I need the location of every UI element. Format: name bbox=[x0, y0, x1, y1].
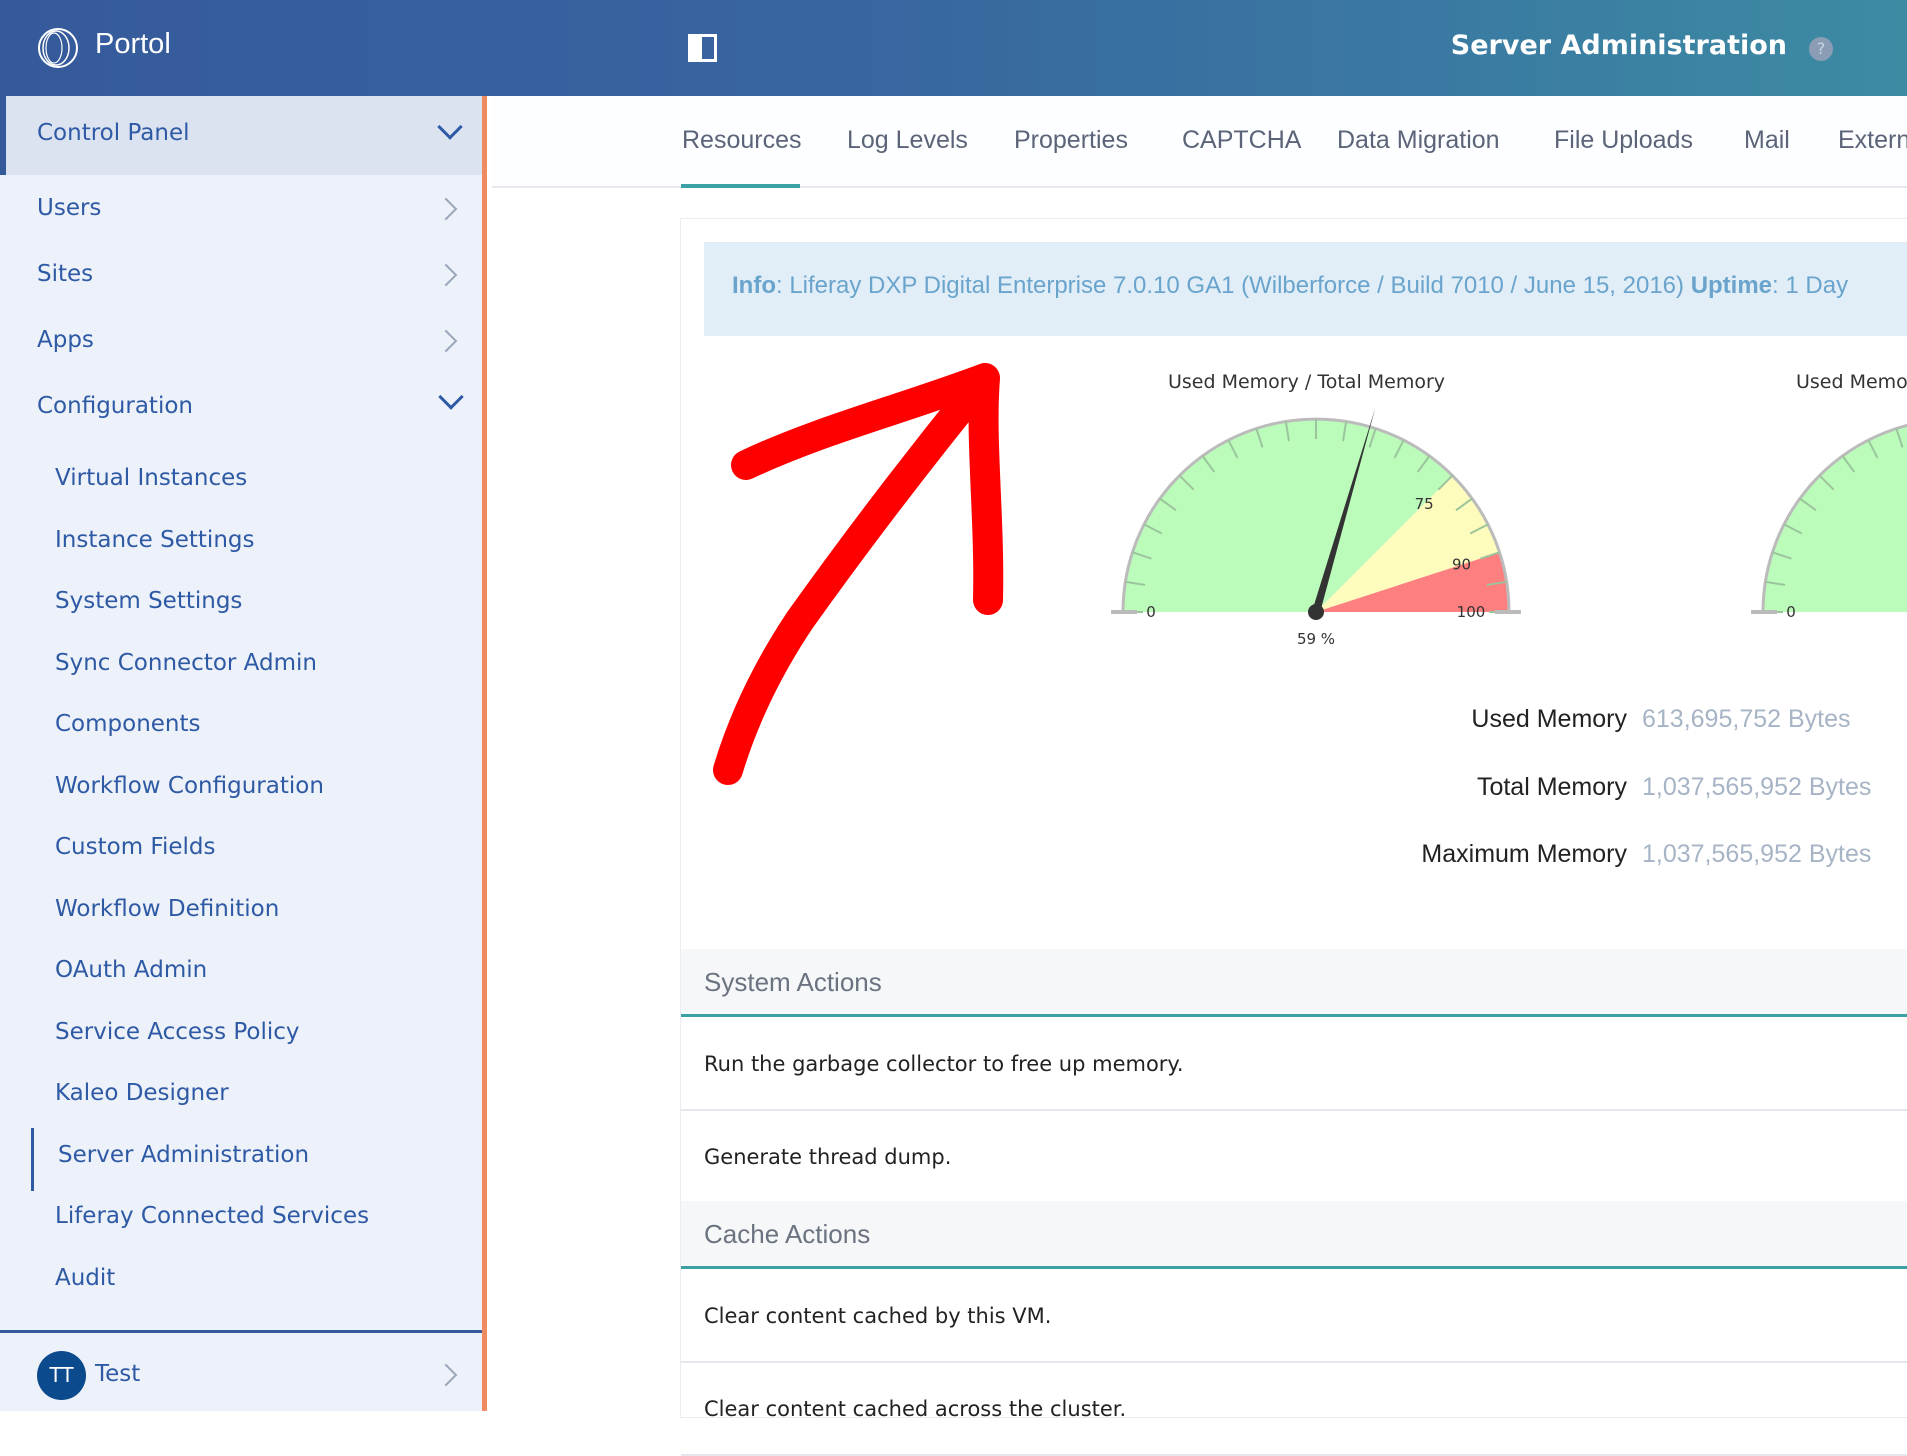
app-header: Portol Server Administration ? bbox=[0, 0, 1907, 96]
chevron-right-icon bbox=[434, 197, 458, 221]
sidebar-toggle-icon[interactable] bbox=[688, 34, 717, 62]
sidebar-item-label: Instance Settings bbox=[55, 526, 255, 553]
sidebar-item-label: Sync Connector Admin bbox=[55, 649, 317, 676]
tab-captcha[interactable]: CAPTCHA bbox=[1182, 126, 1301, 155]
gauge-label: 90 bbox=[1452, 556, 1471, 574]
gauge-title-2: Used Memory bbox=[1796, 371, 1907, 393]
sidebar-item-label: Users bbox=[37, 195, 102, 221]
total-memory-label: Total Memory bbox=[1476, 773, 1627, 801]
info-text: : Liferay DXP Digital Enterprise 7.0.10 … bbox=[775, 272, 1691, 299]
info-label: Info bbox=[732, 272, 776, 299]
sidebar-item-label: Configuration bbox=[37, 393, 193, 419]
sidebar-item-label: Server Administration bbox=[58, 1141, 310, 1168]
memory-gauge: 0 75 90 100 59 % bbox=[1111, 407, 1521, 648]
tab-resources[interactable]: Resources bbox=[682, 126, 802, 155]
sidebar-item-label: Custom Fields bbox=[55, 834, 216, 860]
action-row-clear-cluster: Clear content cached across the cluster. bbox=[681, 1363, 1907, 1456]
user-name: Test bbox=[95, 1361, 141, 1387]
chevron-right-icon bbox=[434, 263, 458, 287]
sidebar-item-label: System Settings bbox=[55, 588, 243, 614]
action-row-thread-dump: Generate thread dump. bbox=[704, 1145, 952, 1169]
sidebar-item-label: Workflow Configuration bbox=[55, 772, 324, 799]
action-row-gc: Run the garbage collector to free up mem… bbox=[681, 1018, 1907, 1111]
used-memory-value: 613,695,752 Bytes bbox=[1642, 705, 1851, 733]
gauge-zone bbox=[1763, 425, 1907, 612]
gauge-label: 0 bbox=[1146, 603, 1156, 621]
uptime-label: Uptime bbox=[1690, 272, 1773, 299]
chevron-down-icon bbox=[437, 114, 463, 140]
gauge-needle-pivot bbox=[1308, 604, 1324, 620]
system-actions-header: System Actions bbox=[681, 949, 1907, 1017]
sidebar-divider bbox=[0, 1330, 482, 1333]
gauge-title: Used Memory / Total Memory bbox=[1168, 371, 1446, 393]
sidebar: Control Panel Users Sites Apps Configura… bbox=[0, 96, 487, 1411]
uptime-value: : 1 Day bbox=[1772, 272, 1849, 299]
gauge-label: 100 bbox=[1457, 603, 1486, 621]
tab-file-uploads[interactable]: File Uploads bbox=[1554, 126, 1693, 155]
max-memory-value: 1,037,565,952 Bytes bbox=[1642, 840, 1872, 868]
tab-external[interactable]: Extern bbox=[1838, 126, 1907, 155]
sidebar-item-label: Components bbox=[55, 711, 201, 737]
sidebar-item-label: Service Access Policy bbox=[55, 1018, 300, 1045]
max-memory-label: Maximum Memory bbox=[1421, 840, 1627, 868]
sidebar-item-control-panel[interactable]: Control Panel bbox=[0, 96, 482, 175]
sidebar-item-label: Control Panel bbox=[37, 120, 190, 146]
active-tab-indicator bbox=[681, 184, 800, 188]
tab-data-migration[interactable]: Data Migration bbox=[1337, 126, 1500, 155]
page-title: Server Administration bbox=[1450, 30, 1787, 61]
chevron-right-icon bbox=[434, 1363, 458, 1387]
gauge-value-label: 59 % bbox=[1297, 630, 1335, 648]
sidebar-item-label: Virtual Instances bbox=[55, 465, 248, 491]
info-alert: Info: Liferay DXP Digital Enterprise 7.0… bbox=[704, 242, 1907, 336]
gauge-label: 75 bbox=[1415, 495, 1434, 513]
sidebar-item-label: Sites bbox=[37, 261, 94, 287]
gauge-label: 0 bbox=[1786, 603, 1796, 621]
sidebar-item-label: Apps bbox=[37, 327, 94, 353]
sidebar-item-label: Audit bbox=[55, 1264, 116, 1291]
total-memory-value: 1,037,565,952 Bytes bbox=[1642, 773, 1872, 801]
avatar: TT bbox=[37, 1351, 86, 1400]
tab-bar: Resources Log Levels Properties CAPTCHA … bbox=[492, 96, 1907, 188]
active-indicator bbox=[31, 1127, 34, 1191]
memory-gauge-2: 0 bbox=[1751, 423, 1907, 621]
help-icon[interactable]: ? bbox=[1809, 37, 1833, 61]
used-memory-label: Used Memory bbox=[1471, 705, 1627, 733]
chevron-down-icon bbox=[438, 384, 464, 410]
tab-properties[interactable]: Properties bbox=[1014, 126, 1128, 155]
tab-log-levels[interactable]: Log Levels bbox=[847, 126, 968, 155]
sidebar-item-label: Kaleo Designer bbox=[55, 1080, 229, 1106]
sidebar-item-label: OAuth Admin bbox=[55, 957, 208, 983]
brand-name[interactable]: Portol bbox=[95, 28, 171, 61]
tab-mail[interactable]: Mail bbox=[1744, 126, 1790, 155]
portol-logo-icon bbox=[38, 28, 78, 68]
action-row-clear-vm: Clear content cached by this VM. bbox=[681, 1270, 1907, 1363]
chevron-right-icon bbox=[434, 329, 458, 353]
sidebar-item-label: Liferay Connected Services bbox=[55, 1203, 370, 1229]
sidebar-item-label: Workflow Definition bbox=[55, 895, 280, 922]
cache-actions-header: Cache Actions bbox=[681, 1201, 1907, 1269]
